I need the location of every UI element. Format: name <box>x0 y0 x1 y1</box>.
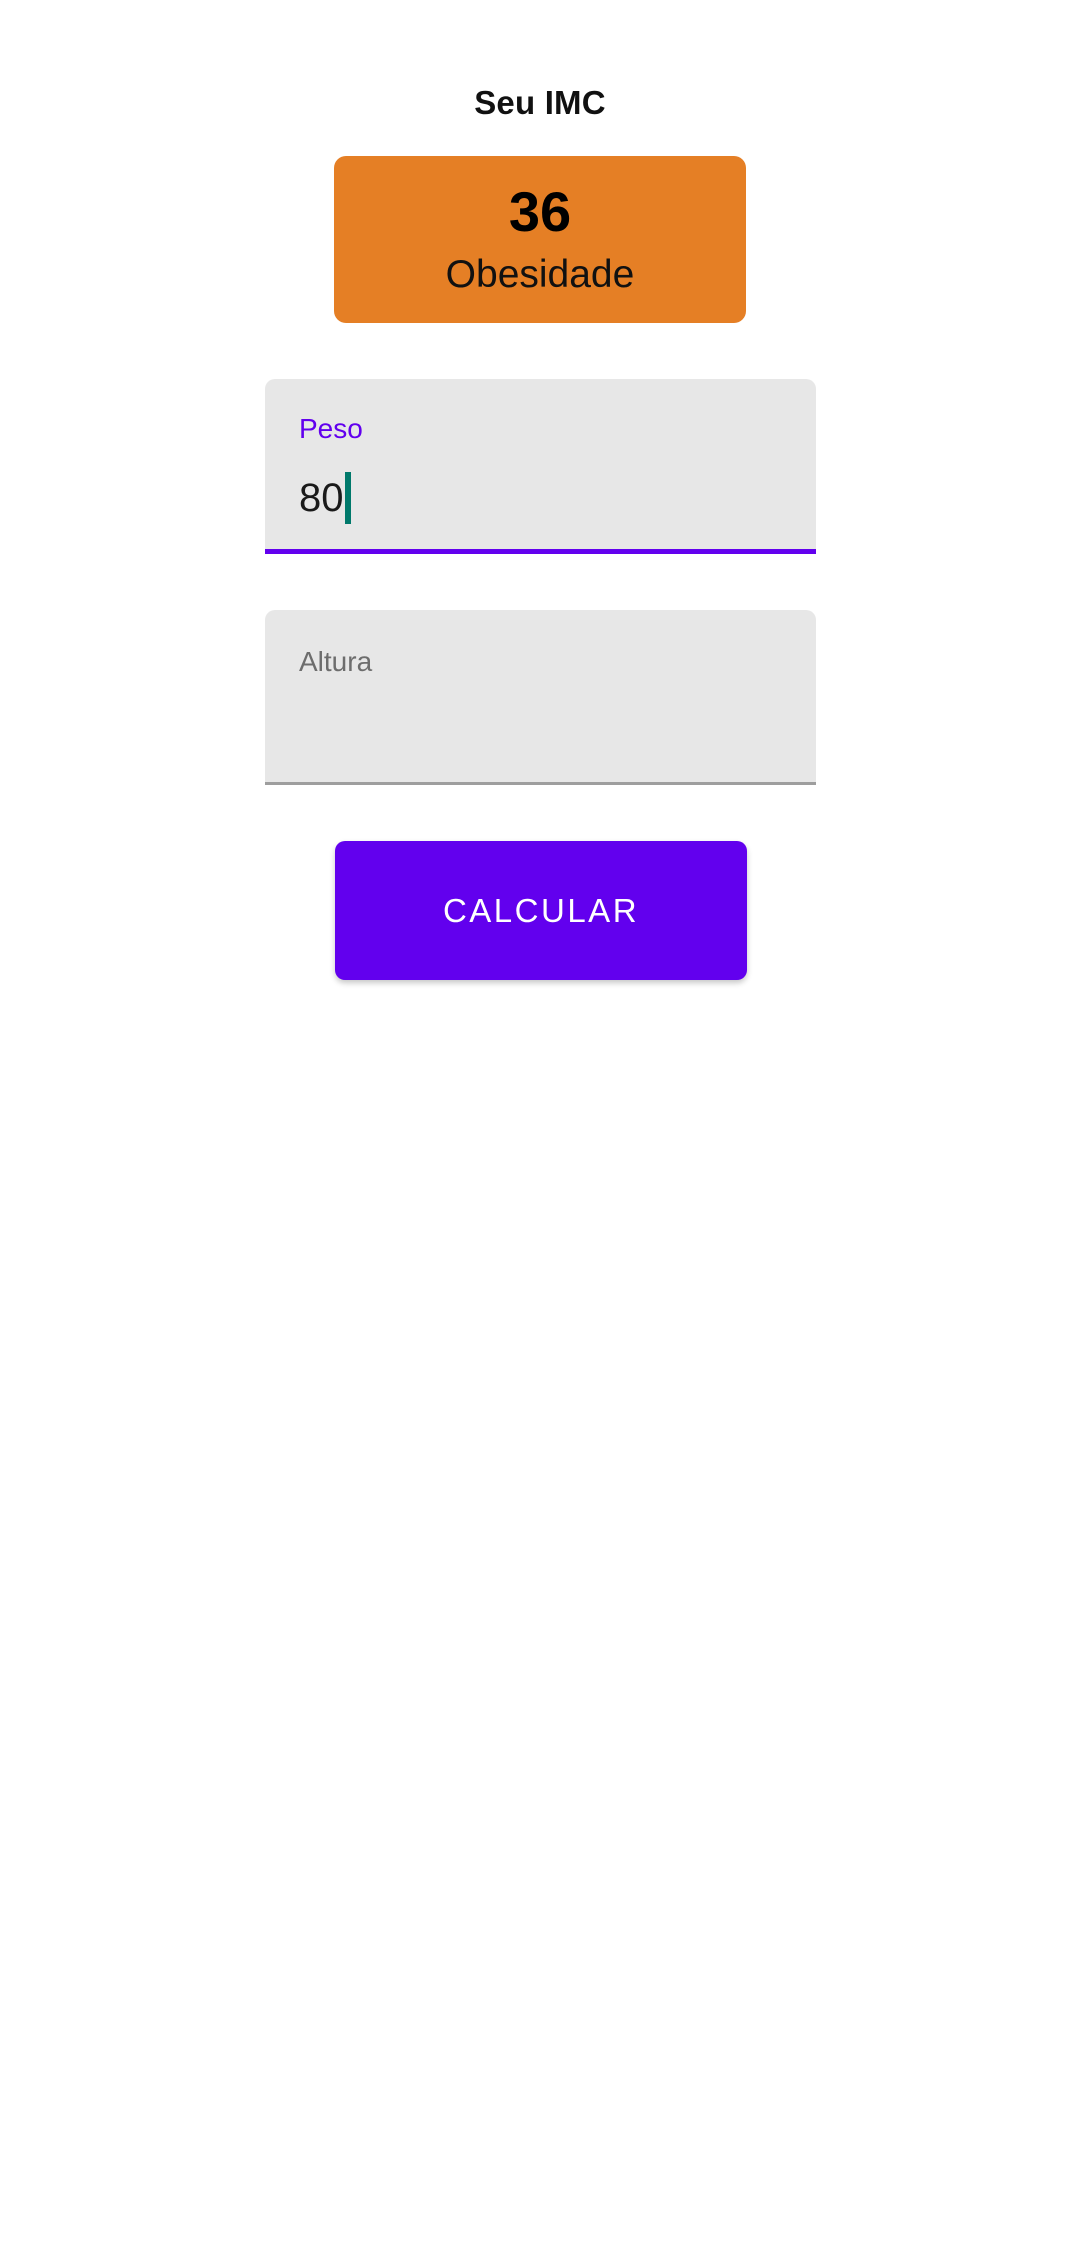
height-field-label: Altura <box>299 646 373 677</box>
weight-field[interactable]: Peso 80 <box>265 379 816 554</box>
weight-field-label: Peso <box>299 413 363 444</box>
weight-input-value: 80 <box>299 476 344 520</box>
calculate-button-label: CALCULAR <box>442 891 640 929</box>
bmi-category: Obesidade <box>445 253 635 296</box>
screen: Seu IMC 36 Obesidade Peso 80 Altura CALC… <box>0 0 1080 2248</box>
calculate-button[interactable]: CALCULAR <box>335 841 747 980</box>
page-title: Seu IMC <box>474 84 606 121</box>
height-field[interactable]: Altura <box>265 610 816 785</box>
bmi-result-card: 36 Obesidade <box>334 156 746 323</box>
bmi-value: 36 <box>508 180 572 243</box>
weight-input[interactable]: 80 <box>299 472 351 524</box>
text-cursor <box>344 472 351 524</box>
